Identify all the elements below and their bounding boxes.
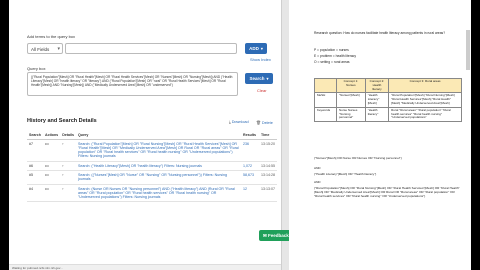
concept-1-cell: "Nurses"[Mesh] <box>336 92 366 108</box>
search-button[interactable]: Search ▾ <box>245 73 273 84</box>
search-number: #5 <box>27 170 43 185</box>
concept-header-3: Concept 3: Rural areas <box>388 77 462 94</box>
concept-header-2: Concept 2: Health literacy <box>364 77 390 94</box>
delete-link[interactable]: 🗑Delete <box>256 120 273 125</box>
chevron-down-icon: ▾ <box>260 46 263 51</box>
concept-header-row: Concept 1: Nurses Concept 2: Health lite… <box>314 77 462 94</box>
clear-link[interactable]: Clear <box>257 88 267 93</box>
field-select[interactable]: All Fields ▾ <box>27 43 63 54</box>
results-count-link[interactable]: 236 <box>241 139 259 162</box>
search-time: 13:13:07 <box>259 184 277 203</box>
history-table: Search Actions Details Query Results Tim… <box>27 131 277 203</box>
col-details: Details <box>60 131 76 140</box>
chat-icon: ✉ <box>263 233 267 238</box>
and-operator: AND <box>314 166 321 170</box>
browser-status-bar: Waiting for pubmed.ncbi.nlm.nih.gov... <box>9 264 281 270</box>
download-link[interactable]: ⤓Download <box>229 120 249 124</box>
search-time: 13:14:55 <box>259 161 277 172</box>
add-button[interactable]: ADD ▾ <box>245 43 267 54</box>
concept-2-cell: "Health literacy" <box>364 106 390 123</box>
download-label: Download <box>231 120 249 124</box>
table-row: MeSH "Nurses"[Mesh] "Health Literacy"[Me… <box>314 92 462 108</box>
field-select-value: All Fields <box>31 47 50 52</box>
col-results: Results <box>241 131 259 140</box>
chevron-down-icon: ▾ <box>57 46 60 52</box>
details-toggle[interactable]: › <box>60 139 76 162</box>
details-toggle[interactable]: › <box>60 184 76 203</box>
query-box-label: Query box <box>27 66 46 71</box>
chevron-down-icon: ▾ <box>266 76 269 81</box>
and-operator: AND <box>314 180 321 184</box>
add-button-label: ADD <box>249 46 259 51</box>
results-count-link[interactable]: 12 <box>241 184 259 203</box>
row-label: Keywords <box>314 106 337 123</box>
table-row: #5 ••• › Search: (("Nurses"[Mesh] OR "Nu… <box>27 170 277 185</box>
word-document-pane: Research question: How do nurses facilit… <box>289 0 471 270</box>
actions-menu-button[interactable]: ••• <box>43 161 61 172</box>
trash-icon: 🗑 <box>256 121 261 125</box>
pico-population: P = population = nurses <box>314 48 349 52</box>
concept-header-1: Concept 1: Nurses <box>336 77 366 94</box>
history-header-row: Search Actions Details Query Results Tim… <box>27 131 277 140</box>
query-box[interactable]: (("Rural Population"[Mesh] OR "Rural Hea… <box>27 72 238 96</box>
pico-setting: O = setting = rural areas <box>314 60 350 64</box>
research-question: Research question: How do nurses facilit… <box>314 31 446 35</box>
download-icon: ⤓ <box>229 120 231 124</box>
search-time: 13:14:28 <box>259 170 277 185</box>
details-toggle[interactable]: › <box>60 170 76 185</box>
actions-menu-button[interactable]: ••• <box>43 170 61 185</box>
search-string-health-literacy: ("Health Literacy"[Mesh] OR "Health lite… <box>314 172 377 176</box>
results-count-link[interactable]: 1,072 <box>241 161 259 172</box>
search-string-nurses: ("Nurses"[Mesh] OR Nurse OR Nurses OR "N… <box>314 156 402 160</box>
search-number: #4 <box>27 184 43 203</box>
table-row: #4 ••• › Search: (Nurse OR Nurses OR "Nu… <box>27 184 277 203</box>
concept-table: Concept 1: Nurses Concept 2: Health lite… <box>314 77 462 123</box>
concept-2-cell: "Health Literacy"[Mesh] <box>364 92 390 108</box>
concept-header-blank <box>314 77 337 94</box>
search-button-label: Search <box>249 76 265 81</box>
actions-menu-button[interactable]: ••• <box>43 139 61 162</box>
pubmed-advanced-search-pane: Add terms to the query box All Fields ▾ … <box>9 0 281 270</box>
search-string-rural: ("Rural Population"[Mesh] OR "Rural Nurs… <box>314 186 460 199</box>
pico-problem: E = problem = health literacy <box>314 54 356 58</box>
query-text[interactable]: Search: ("Health Literacy"[Mesh] OR "hea… <box>75 161 241 172</box>
table-row: Keywords Nurse Nurses "Nursing personnel… <box>314 106 462 123</box>
delete-label: Delete <box>261 121 273 125</box>
actions-menu-button[interactable]: ••• <box>43 184 61 203</box>
query-text[interactable]: Search: (Nurse OR Nurses OR "Nursing per… <box>75 184 241 203</box>
col-actions: Actions <box>43 131 61 140</box>
concept-3-cell: Rural "Rural areas" "Rural population" "… <box>388 106 462 123</box>
table-row: #7 ••• › Search: ("Rural Population"[Mes… <box>27 139 277 162</box>
search-time: 13:15:20 <box>259 139 277 162</box>
results-count-link[interactable]: 58,673 <box>241 170 259 185</box>
table-row: #6 ••• › Search: ("Health Literacy"[Mesh… <box>27 161 277 172</box>
concept-3-cell: "Rural Population"[Mesh] "Rural Nursing"… <box>388 92 462 108</box>
add-terms-label: Add terms to the query box <box>27 34 76 39</box>
col-time: Time <box>259 131 277 140</box>
feedback-label: Feedback <box>268 233 289 238</box>
query-text[interactable]: Search: ("Rural Population"[Mesh] OR "Ru… <box>75 139 241 162</box>
show-index-link[interactable]: Show Index <box>250 57 271 62</box>
search-number: #6 <box>27 161 43 172</box>
concept-1-cell: Nurse Nurses "Nursing personnel" <box>336 106 366 123</box>
term-input[interactable] <box>65 43 237 54</box>
details-toggle[interactable]: › <box>60 161 76 172</box>
col-search: Search <box>27 131 43 140</box>
col-query: Query <box>75 131 241 140</box>
document-scrollbar[interactable] <box>466 30 470 70</box>
history-title: History and Search Details <box>27 118 97 124</box>
row-label: MeSH <box>314 92 337 108</box>
query-text[interactable]: Search: (("Nurses"[Mesh] OR "Nurse" OR "… <box>75 170 241 185</box>
search-number: #7 <box>27 139 43 162</box>
